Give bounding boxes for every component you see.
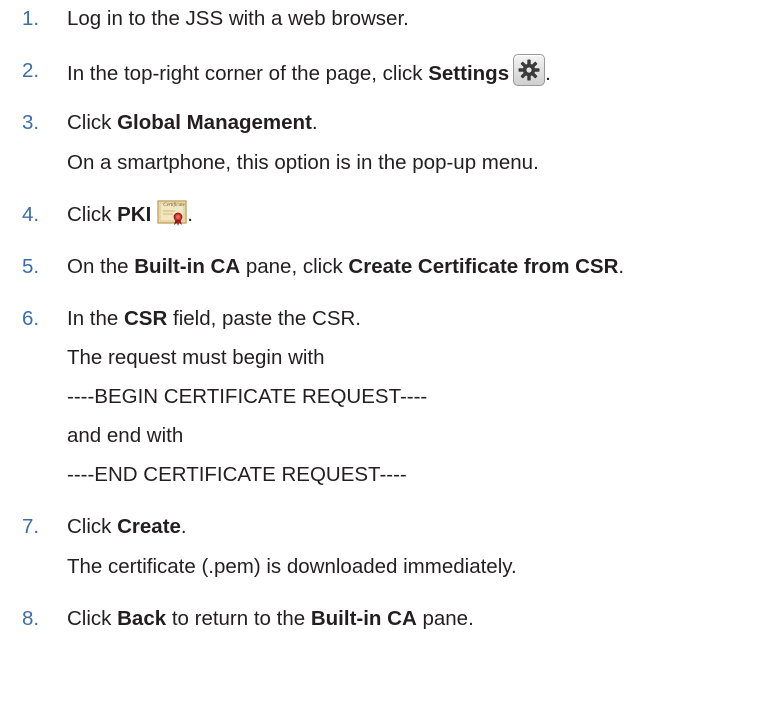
step-text-post: . — [311, 111, 318, 134]
step-text-pre: Click — [67, 515, 118, 538]
step-emphasis-2: Create Certificate from CSR — [348, 255, 619, 278]
step-text-mid: pane, click — [240, 255, 349, 278]
step-number: 6. — [22, 307, 40, 330]
step-note: The certificate (.pem) is downloaded imm… — [67, 555, 517, 578]
step-text-pre: In the — [67, 307, 124, 330]
step-text: Log in to the JSS with a web browser. — [67, 7, 409, 30]
step-text-post: pane. — [416, 607, 474, 630]
step-emphasis: CSR — [124, 307, 168, 330]
step-text-pre: In the top-right corner of the page, cli… — [67, 62, 429, 85]
step-note-line: ----BEGIN CERTIFICATE REQUEST---- — [67, 385, 428, 408]
step-text-pre: Click — [67, 607, 118, 630]
step-number: 4. — [22, 203, 40, 226]
step-text: In the CSR field, paste the CSR. — [67, 302, 361, 336]
step-text: In the top-right corner of the page, cli… — [67, 54, 551, 91]
step-text: Click PKI Certificate . — [67, 198, 193, 232]
step-text-post: . — [618, 255, 625, 278]
step-number: 8. — [22, 607, 40, 630]
step-text: Click Create. — [67, 510, 187, 544]
step-number: 3. — [22, 111, 40, 134]
step-text-pre: Click — [67, 203, 118, 226]
step-text-pre: Click — [67, 111, 118, 134]
step-text-mid: to return to the — [166, 607, 311, 630]
step-emphasis: PKI — [117, 203, 152, 226]
step-number: 2. — [22, 59, 40, 82]
step-emphasis: Settings — [428, 62, 510, 85]
step-emphasis: Built-in CA — [134, 255, 241, 278]
step-emphasis: Global Management — [117, 111, 312, 134]
step-text: Click Back to return to the Built-in CA … — [67, 602, 474, 636]
step-text-post: . — [545, 62, 551, 85]
step-note-line: and end with — [67, 424, 184, 447]
step-text-pre: On the — [67, 255, 135, 278]
certificate-icon: Certificate — [157, 200, 187, 226]
step-number: 5. — [22, 255, 40, 278]
step-text-post: . — [187, 203, 193, 226]
step-emphasis-2: Built-in CA — [310, 607, 417, 630]
step-note-line: The request must begin with — [67, 346, 325, 369]
step-number: 1. — [22, 7, 40, 30]
step-note-line: ----END CERTIFICATE REQUEST---- — [67, 463, 407, 486]
settings-gear-icon — [513, 54, 546, 86]
step-text-post: . — [180, 515, 187, 538]
step-number: 7. — [22, 515, 40, 538]
instruction-steps: 1. Log in to the JSS with a web browser.… — [0, 0, 780, 715]
step-text-post: field, paste the CSR. — [167, 307, 362, 330]
step-note: On a smartphone, this option is in the p… — [67, 151, 539, 174]
step-emphasis: Back — [117, 607, 167, 630]
step-text: Click Global Management. — [67, 106, 318, 140]
certificate-icon-label: Certificate — [163, 203, 185, 208]
step-text: On the Built-in CA pane, click Create Ce… — [67, 250, 624, 284]
step-emphasis: Create — [117, 515, 181, 538]
